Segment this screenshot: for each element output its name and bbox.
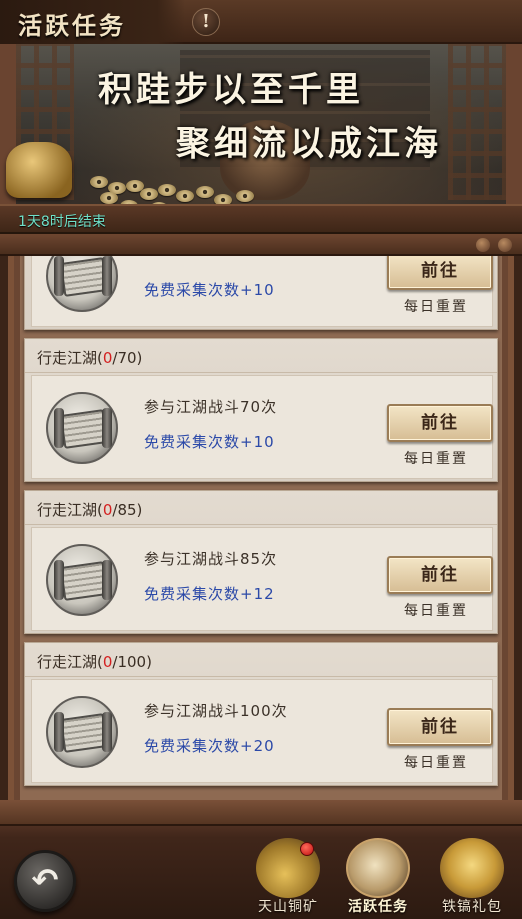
task-card: 免费采集次数+10 前往 每日重置 [24, 256, 498, 330]
task-title: 行走江湖( [37, 349, 103, 367]
task-list-inner: 免费采集次数+10 前往 每日重置 行走江湖(0/70) 参与江湖战斗70次 免… [20, 256, 502, 800]
scroll-icon [46, 544, 118, 616]
task-body: 免费采集次数+10 前往 每日重置 [31, 256, 493, 327]
task-description: 参与江湖战斗85次 [144, 550, 278, 568]
daily-reset-label: 每日重置 [404, 451, 468, 467]
task-header: 行走江湖(0/85) [25, 491, 497, 525]
task-header: 行走江湖(0/70) [25, 339, 497, 373]
task-description: 参与江湖战斗100次 [144, 702, 288, 720]
task-title: 行走江湖( [37, 653, 103, 671]
task-progress-current: 0 [102, 349, 113, 367]
task-description: 参与江湖战斗70次 [144, 398, 278, 416]
nav-iron-pickaxe-pack[interactable]: 铁镐礼包 [430, 836, 514, 918]
task-card: 行走江湖(0/70) 参与江湖战斗70次 免费采集次数+10 前往 每日重置 [24, 338, 498, 482]
daily-reset-label: 每日重置 [404, 755, 468, 771]
bottom-shelf [0, 800, 522, 826]
task-body: 参与江湖战斗70次 免费采集次数+10 前往 每日重置 [31, 375, 493, 479]
divider-rail [0, 234, 522, 256]
scroll-brush-icon [346, 838, 410, 898]
go-button[interactable]: 前往 [387, 256, 493, 290]
daily-reset-label: 每日重置 [404, 603, 468, 619]
task-list[interactable]: 免费采集次数+10 前往 每日重置 行走江湖(0/70) 参与江湖战斗70次 免… [8, 256, 514, 800]
scroll-icon [46, 696, 118, 768]
task-reward: 免费采集次数+12 [144, 585, 275, 603]
task-body: 参与江湖战斗85次 免费采集次数+12 前往 每日重置 [31, 527, 493, 631]
event-countdown: 1天8时后结束 [18, 214, 106, 230]
page-title: 活跃任务 [18, 11, 126, 40]
task-progress-total: /70) [112, 349, 143, 367]
task-card: 行走江湖(0/85) 参与江湖战斗85次 免费采集次数+12 前往 每日重置 [24, 490, 498, 634]
task-reward: 免费采集次数+20 [144, 737, 275, 755]
nav-active-tasks[interactable]: 活跃任务 [336, 836, 420, 918]
incense-burner-art [6, 142, 72, 198]
task-header: 行走江湖(0/100) [25, 643, 497, 677]
notification-badge-icon [300, 842, 314, 856]
task-progress-total: /85) [112, 501, 143, 519]
task-body: 参与江湖战斗100次 免费采集次数+20 前往 每日重置 [31, 679, 493, 783]
scroll-icon [46, 256, 118, 312]
task-title: 行走江湖( [37, 501, 103, 519]
task-progress-current: 0 [102, 653, 113, 671]
rail-knob-icon [476, 238, 490, 252]
go-button[interactable]: 前往 [387, 556, 493, 594]
nav-tianshan-mine[interactable]: 天山铜矿 [246, 836, 330, 918]
go-button[interactable]: 前往 [387, 404, 493, 442]
daily-reset-label: 每日重置 [404, 299, 468, 315]
task-progress-current: 0 [102, 501, 113, 519]
task-progress-total: /100) [112, 653, 152, 671]
rail-knob-icon [498, 238, 512, 252]
task-reward: 免费采集次数+10 [144, 433, 275, 451]
window-lattice-right [448, 30, 506, 200]
go-button[interactable]: 前往 [387, 708, 493, 746]
banner-slogan-line1: 积跬步以至千里 [98, 70, 364, 110]
nav-label: 活跃任务 [348, 899, 408, 915]
scroll-icon [46, 392, 118, 464]
nav-label: 铁镐礼包 [442, 899, 502, 915]
task-reward: 免费采集次数+10 [144, 281, 275, 299]
gold-ingot-icon [440, 838, 504, 898]
back-arrow-icon[interactable]: ↶ [14, 850, 76, 912]
timer-bar: 1天8时后结束 [0, 204, 522, 234]
task-card: 行走江湖(0/100) 参与江湖战斗100次 免费采集次数+20 前往 每日重置 [24, 642, 498, 786]
info-alert-icon[interactable]: ! [192, 8, 220, 36]
nav-label: 天山铜矿 [258, 899, 318, 915]
